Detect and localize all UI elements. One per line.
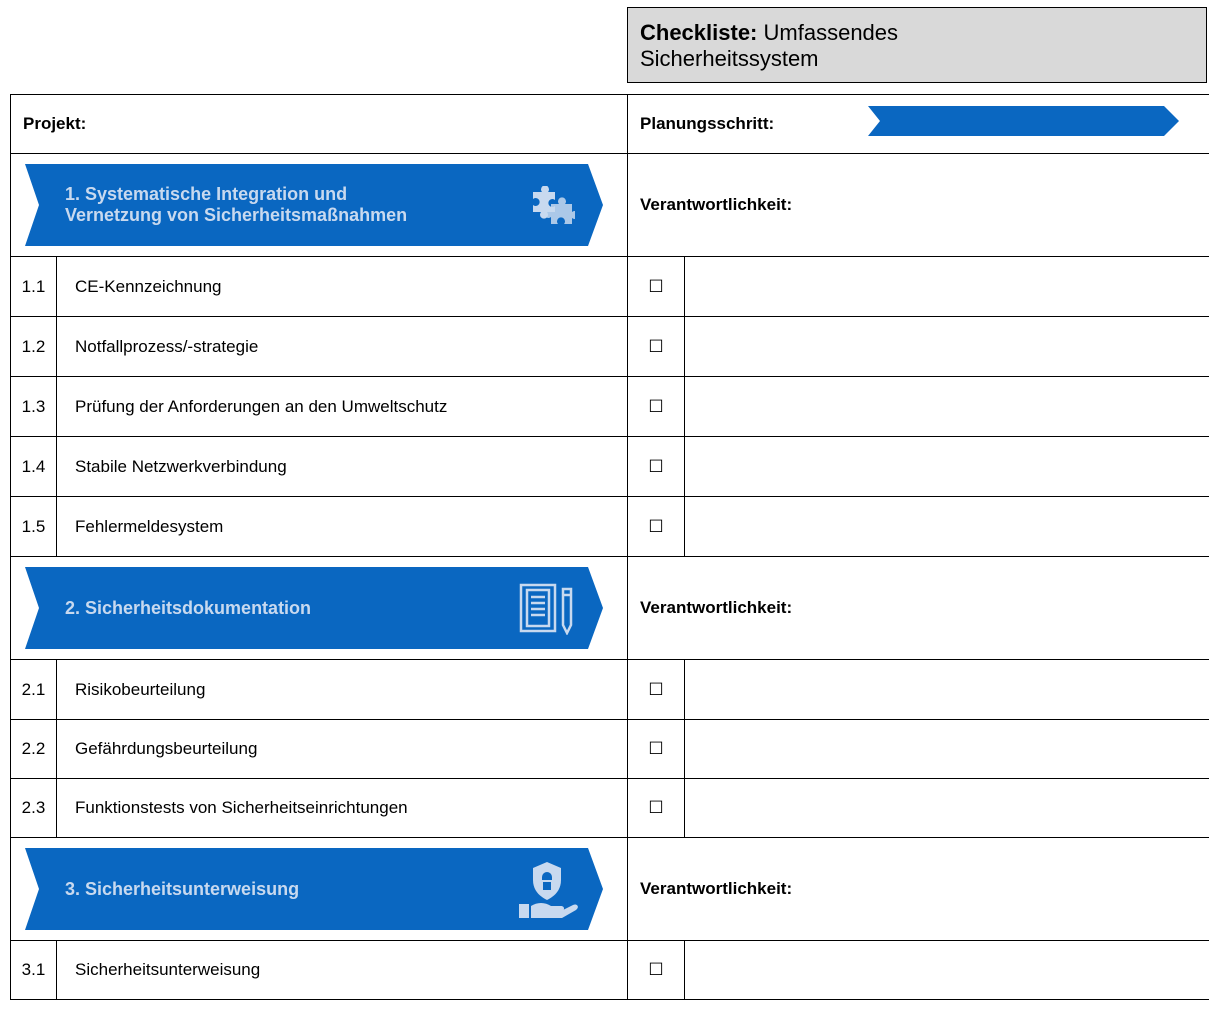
responsibility-field[interactable] [684,659,1209,720]
item-checkbox[interactable]: ☐ [627,659,686,720]
item-text: Funktionstests von Sicherheitseinrichtun… [55,778,629,838]
item-text: Stabile Netzwerkverbindung [55,436,629,497]
section-2-cell: 2. Sicherheitsdokumentation [9,556,629,660]
section-row: 3. Sicherheitsunterweisung Verantwortlic… [9,837,1209,941]
section-1-title: 1. Systematische Integration und Vernetzu… [65,184,408,225]
item-number: 1.5 [10,496,57,557]
title-bold: Checkliste: [640,20,758,45]
item-text: Sicherheitsunterweisung [55,940,629,1000]
item-text: Notfallprozess/-strategie [55,316,629,377]
table-row: 2.1 Risikobeurteilung ☐ [10,659,1209,720]
item-text: Prüfung der Anforderungen an den Umwelts… [55,376,629,437]
checklist-title: Checkliste: Umfassendes Sicherheitssyste… [627,7,1207,83]
table-row: 2.2 Gefährdungsbeurteilung ☐ [10,719,1209,779]
item-number: 2.3 [10,778,57,838]
responsibility-field[interactable] [684,436,1209,497]
item-checkbox[interactable]: ☐ [627,940,686,1000]
header-row: Projekt: Planungsschritt: [9,94,1209,154]
responsibility-field[interactable] [684,940,1209,1000]
responsibility-field[interactable] [684,256,1209,317]
projekt-label: Projekt: [9,94,629,154]
table-row: 2.3 Funktionstests von Sicherheitseinric… [10,778,1209,838]
planungsschritt-label: Planungsschritt: [627,94,1209,154]
item-number: 1.4 [10,436,57,497]
item-number: 1.1 [10,256,57,317]
table-row: 1.3 Prüfung der Anforderungen an den Umw… [10,376,1209,437]
section-2-title: 2. Sicherheitsdokumentation [65,597,312,618]
item-number: 2.1 [10,659,57,720]
document-pen-icon [519,583,573,635]
table-row: 1.4 Stabile Netzwerkverbindung ☐ [10,436,1209,497]
responsibility-label: Verantwortlichkeit: [627,837,1209,941]
responsibility-field[interactable] [684,496,1209,557]
section-1-banner: 1. Systematische Integration und Vernetzu… [25,164,603,246]
table-row: 1.1 CE-Kennzeichnung ☐ [10,256,1209,317]
item-text: CE-Kennzeichnung [55,256,629,317]
title-rest-1: Umfassendes [763,20,899,45]
item-number: 1.2 [10,316,57,377]
title-rest-2: Sicherheitssystem [640,46,819,71]
responsibility-field[interactable] [684,719,1209,779]
item-number: 2.2 [10,719,57,779]
item-checkbox[interactable]: ☐ [627,256,686,317]
section-1-cell: 1. Systematische Integration und Vernetzu… [9,153,629,257]
item-text: Risikobeurteilung [55,659,629,720]
puzzle-icon [533,186,575,224]
item-checkbox[interactable]: ☐ [627,316,686,377]
responsibility-field[interactable] [684,316,1209,377]
item-text: Gefährdungsbeurteilung [55,719,629,779]
table-row: 1.2 Notfallprozess/-strategie ☐ [10,316,1209,377]
section-3-banner: 3. Sicherheitsunterweisung [25,848,603,930]
item-checkbox[interactable]: ☐ [627,719,686,779]
responsibility-label: Verantwortlichkeit: [627,153,1209,257]
item-checkbox[interactable]: ☐ [627,436,686,497]
checklist-table: Projekt: Planungsschritt: 1. Systematisc… [9,94,1209,1000]
section-3-title: 3. Sicherheitsunterweisung [65,878,300,899]
section-row: 1. Systematische Integration und Vernetzu… [9,153,1209,257]
section-row: 2. Sicherheitsdokumentation Verantwortli… [9,556,1209,660]
item-checkbox[interactable]: ☐ [627,778,686,838]
table-row: 1.5 Fehlermeldesystem ☐ [10,496,1209,557]
section-2-banner: 2. Sicherheitsdokumentation [25,567,603,649]
item-checkbox[interactable]: ☐ [627,376,686,437]
item-text: Fehlermeldesystem [55,496,629,557]
responsibility-field[interactable] [684,778,1209,838]
responsibility-label: Verantwortlichkeit: [627,556,1209,660]
table-row: 3.1 Sicherheitsunterweisung ☐ [10,940,1209,1000]
item-number: 3.1 [10,940,57,1000]
shield-hand-icon [519,862,578,918]
item-number: 1.3 [10,376,57,437]
responsibility-field[interactable] [684,376,1209,437]
item-checkbox[interactable]: ☐ [627,496,686,557]
section-3-cell: 3. Sicherheitsunterweisung [9,837,629,941]
